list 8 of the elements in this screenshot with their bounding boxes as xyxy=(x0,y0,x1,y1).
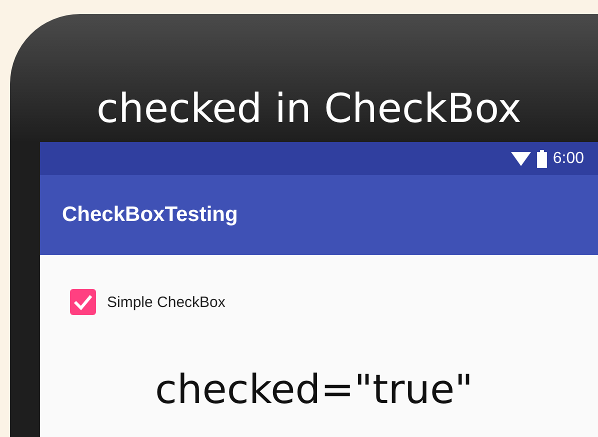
checkbox-label: Simple CheckBox xyxy=(107,294,226,310)
battery-icon xyxy=(536,150,547,168)
app-title: CheckBoxTesting xyxy=(62,203,238,227)
wifi-icon xyxy=(510,152,531,166)
caption-text: checked="true" xyxy=(154,367,474,413)
overlay-title: checked in CheckBox xyxy=(96,86,522,132)
checkbox[interactable] xyxy=(70,289,96,315)
status-time: 6:00 xyxy=(552,150,584,168)
